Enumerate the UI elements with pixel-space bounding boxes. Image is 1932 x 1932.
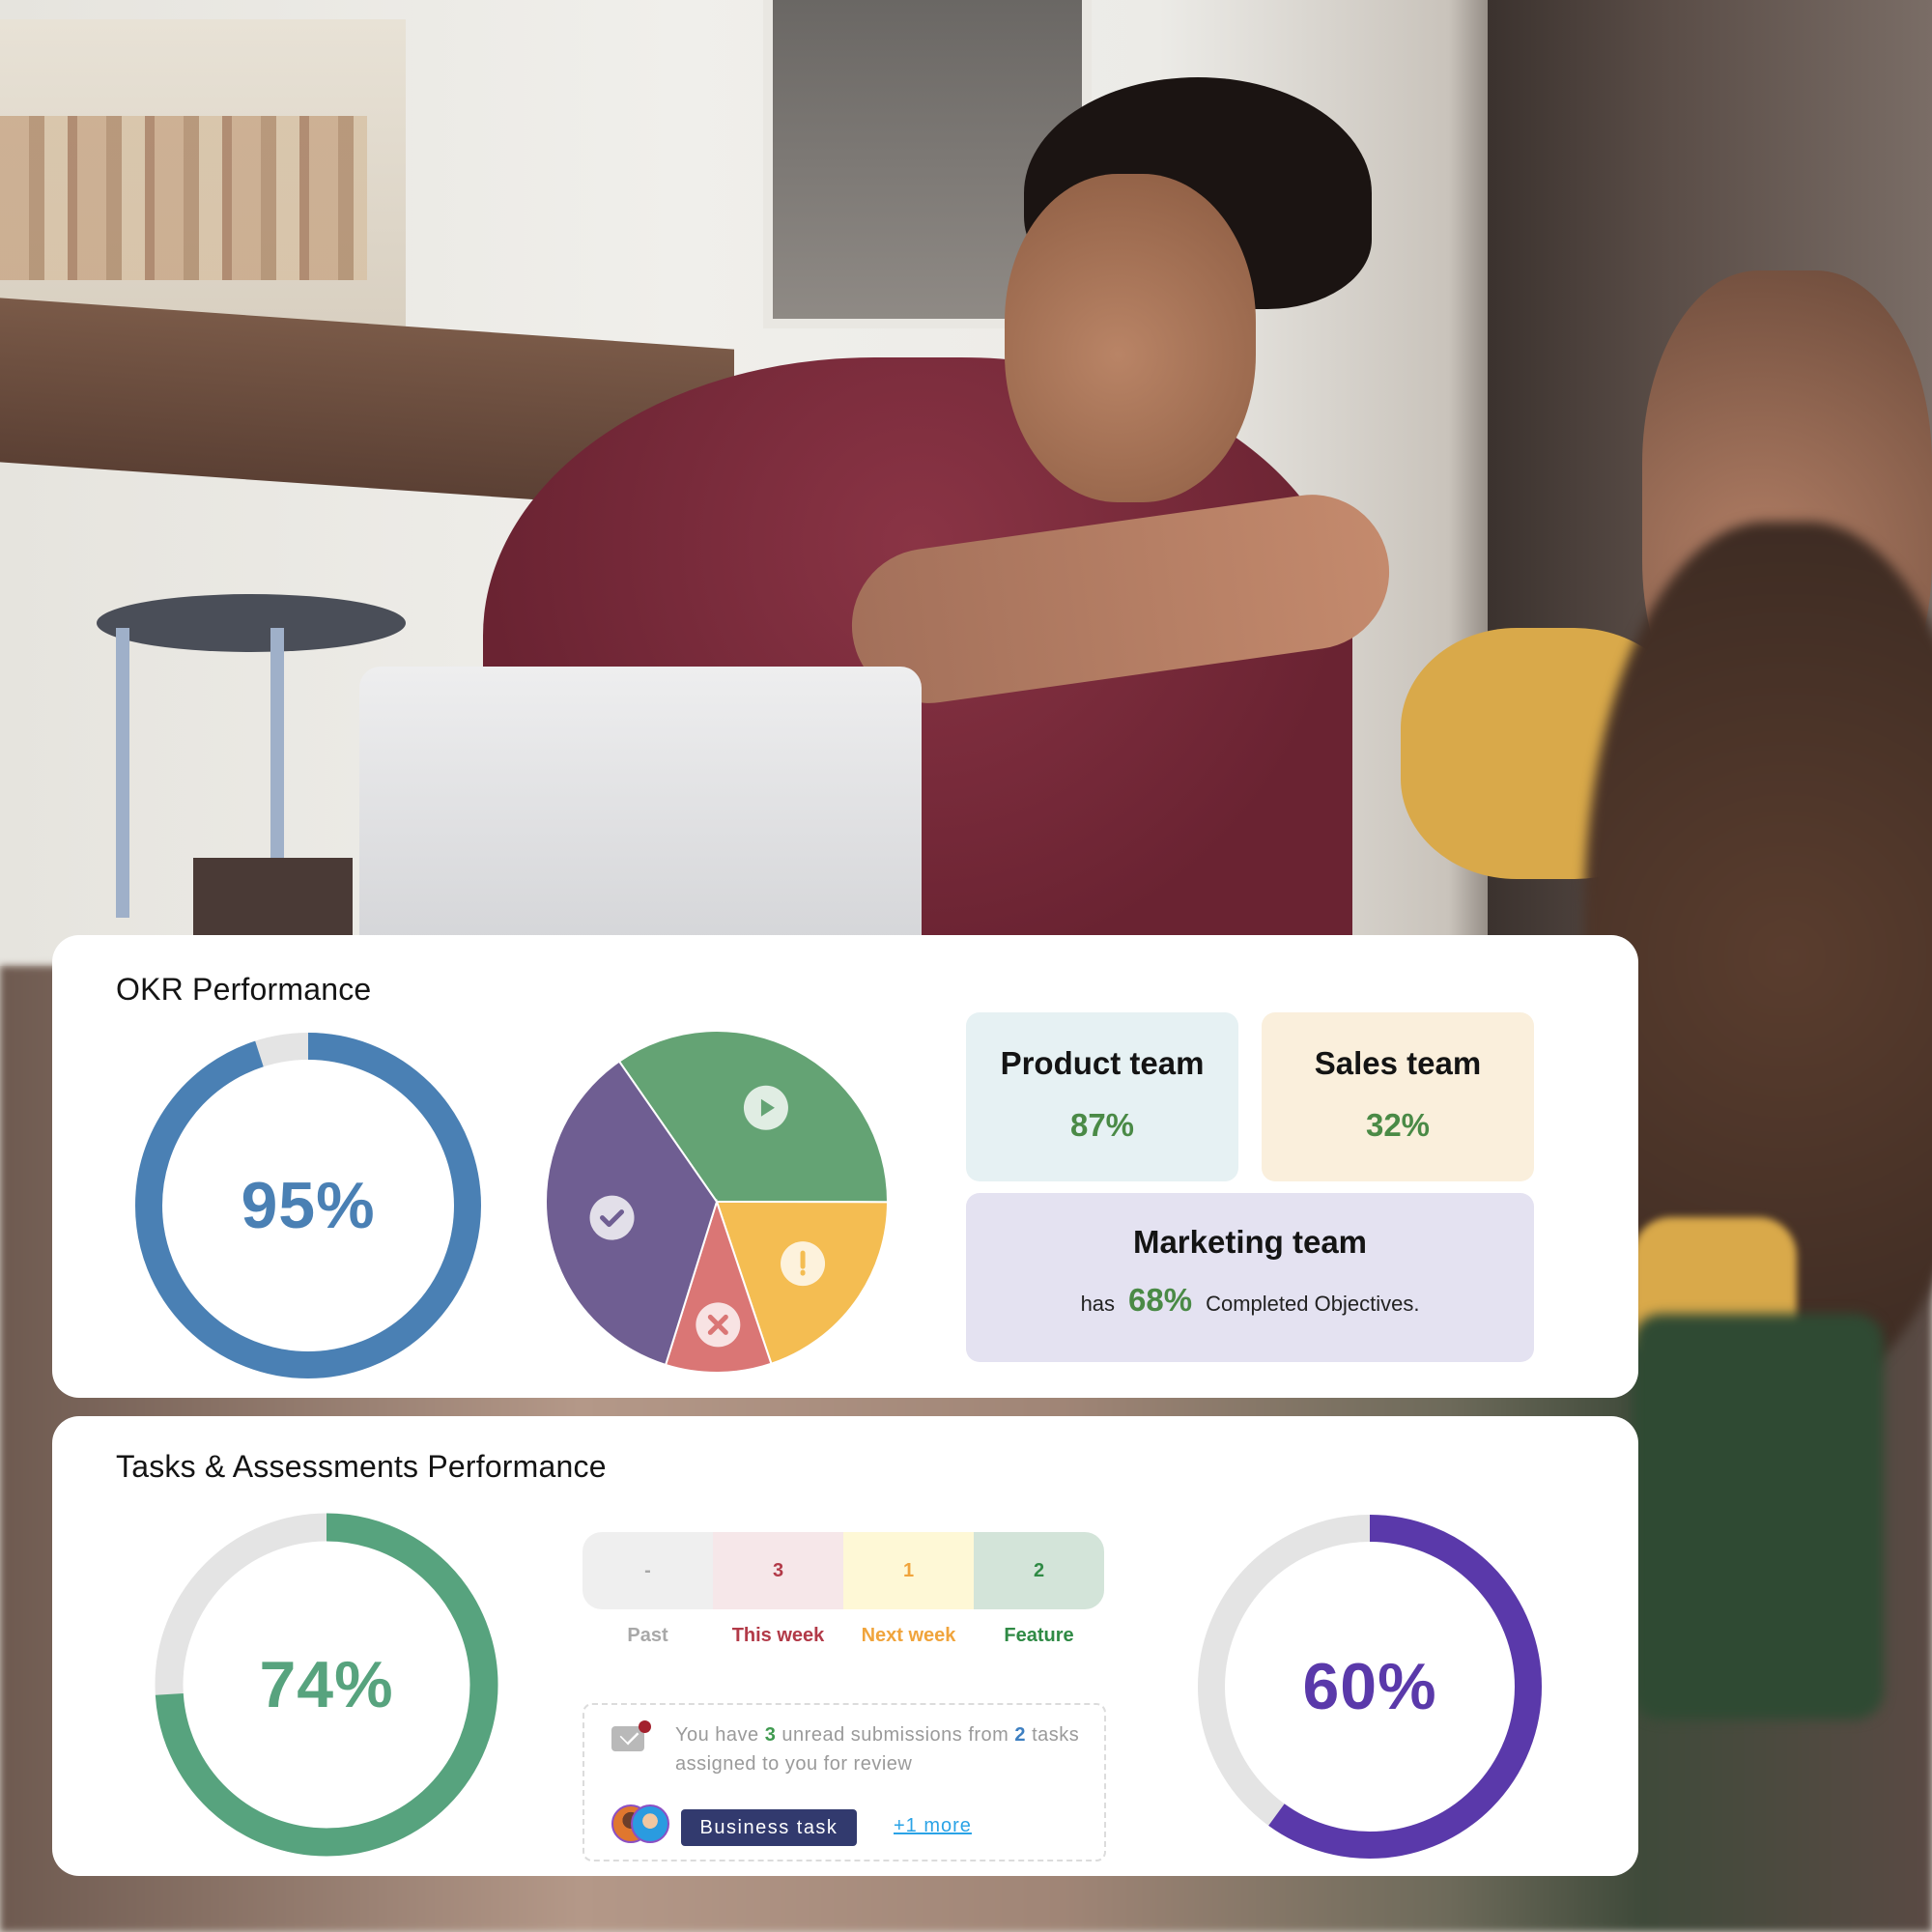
tasks-right-donut: 60%: [1198, 1515, 1542, 1859]
more-tasks-link[interactable]: +1 more: [894, 1815, 972, 1837]
okr-overall-value: 95%: [241, 1169, 376, 1242]
marketing-team-name: Marketing team: [1132, 1224, 1368, 1260]
marketing-team-value: 68%: [1128, 1282, 1193, 1318]
x-icon: [696, 1302, 741, 1348]
tasks-left-donut: 74%: [155, 1513, 498, 1857]
sales-team-name: Sales team: [1314, 1045, 1482, 1081]
marketing-suffix: Completed Objectives.: [1206, 1292, 1420, 1316]
product-team-value: 87%: [1069, 1107, 1135, 1143]
tasks-count: 2: [1014, 1724, 1027, 1746]
assignee-avatars: [611, 1804, 669, 1843]
sales-team-card[interactable]: Sales team 32%: [1262, 1012, 1534, 1181]
schedule-feature-label: Feature: [1004, 1625, 1074, 1646]
schedule-this-week-count[interactable]: 3: [713, 1532, 843, 1609]
business-task-button[interactable]: Business task: [681, 1809, 857, 1846]
okr-overall-donut: 95%: [135, 1033, 481, 1378]
exclamation-icon: [781, 1241, 826, 1287]
notification-dot-icon: [639, 1720, 651, 1733]
marketing-prefix: has: [1080, 1292, 1116, 1316]
play-icon: [743, 1085, 788, 1130]
unread-message-text: You have 3 unread submissions from 2 tas…: [675, 1724, 1080, 1775]
product-team-card[interactable]: Product team 87%: [966, 1012, 1238, 1181]
check-icon: [589, 1195, 635, 1240]
okr-card-title: OKR Performance: [116, 972, 372, 1007]
tasks-card-title: Tasks & Assessments Performance: [116, 1449, 607, 1484]
schedule-bar: - 3 1 2: [582, 1532, 1104, 1609]
schedule-feature-count[interactable]: 2: [974, 1532, 1104, 1609]
schedule-next-week-count[interactable]: 1: [843, 1532, 974, 1609]
schedule-past-label: Past: [627, 1625, 668, 1646]
okr-performance-card: OKR Performance 95% Product team 87% Sal…: [52, 935, 1638, 1398]
marketing-team-card[interactable]: Marketing team has 68% Completed Objecti…: [966, 1193, 1534, 1362]
unread-submissions-notice: You have 3 unread submissions from 2 tas…: [582, 1703, 1106, 1861]
tasks-right-value: 60%: [1302, 1650, 1437, 1723]
tasks-performance-card: Tasks & Assessments Performance 74% - 3 …: [52, 1416, 1638, 1876]
schedule-past-count[interactable]: -: [582, 1532, 713, 1609]
avatar: [631, 1804, 669, 1843]
schedule-next-week-label: Next week: [861, 1625, 956, 1646]
product-team-name: Product team: [1000, 1045, 1205, 1081]
schedule-this-week-label: This week: [731, 1625, 825, 1646]
unread-count: 3: [764, 1724, 777, 1746]
tasks-left-value: 74%: [259, 1648, 394, 1721]
sales-team-value: 32%: [1365, 1107, 1431, 1143]
okr-status-pie: [545, 1030, 890, 1374]
